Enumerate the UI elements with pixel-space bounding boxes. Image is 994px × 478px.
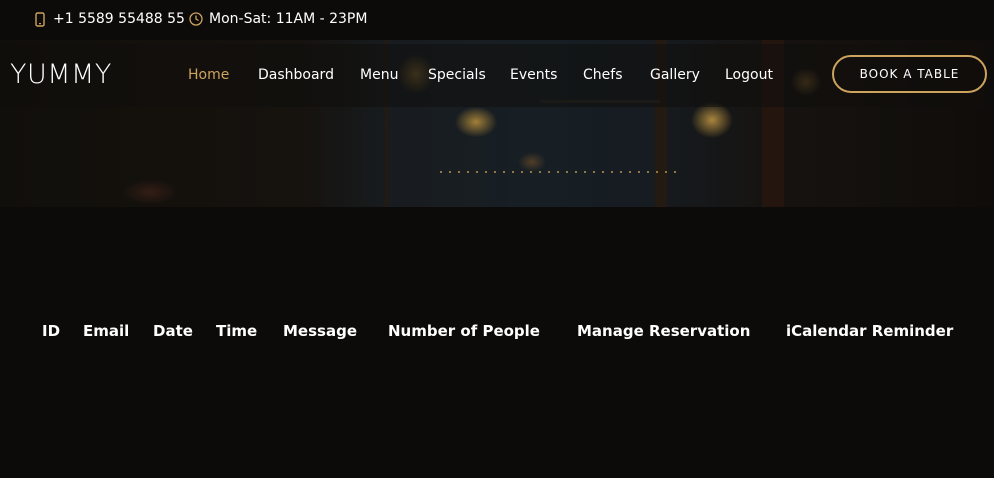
top-info-bar: +1 5589 55488 55 Mon-Sat: 11AM - 23PM <box>0 0 994 40</box>
nav-menu[interactable]: Menu <box>360 66 398 84</box>
nav-specials[interactable]: Specials <box>428 66 486 84</box>
column-header-number-of-people: Number of People <box>388 322 540 340</box>
opening-hours: Mon-Sat: 11AM - 23PM <box>189 11 367 27</box>
phone-info: +1 5589 55488 55 <box>33 11 185 27</box>
column-header-date: Date <box>153 322 193 340</box>
nav-logout[interactable]: Logout <box>725 66 773 84</box>
reservations-table-header: ID Email Date Time Message Number of Peo… <box>0 321 994 343</box>
book-a-table-button[interactable]: BOOK A TABLE <box>832 55 987 93</box>
nav-events[interactable]: Events <box>510 66 557 84</box>
nav-home[interactable]: Home <box>188 66 229 84</box>
column-header-manage-reservation: Manage Reservation <box>577 322 751 340</box>
column-header-email: Email <box>83 322 130 340</box>
nav-chefs[interactable]: Chefs <box>583 66 622 84</box>
nav-gallery[interactable]: Gallery <box>650 66 700 84</box>
clock-icon <box>189 11 203 27</box>
hours-text: Mon-Sat: 11AM - 23PM <box>209 11 368 27</box>
phone-icon <box>33 11 47 27</box>
column-header-message: Message <box>283 322 357 340</box>
phone-number: +1 5589 55488 55 <box>53 11 185 27</box>
column-header-time: Time <box>216 322 258 340</box>
site-header: YUMMY Home Dashboard Menu Specials Event… <box>0 44 994 107</box>
nav-dashboard[interactable]: Dashboard <box>258 66 334 84</box>
site-logo[interactable]: YUMMY <box>10 60 112 90</box>
column-header-icalendar-reminder: iCalendar Reminder <box>786 322 954 340</box>
column-header-id: ID <box>42 322 61 340</box>
